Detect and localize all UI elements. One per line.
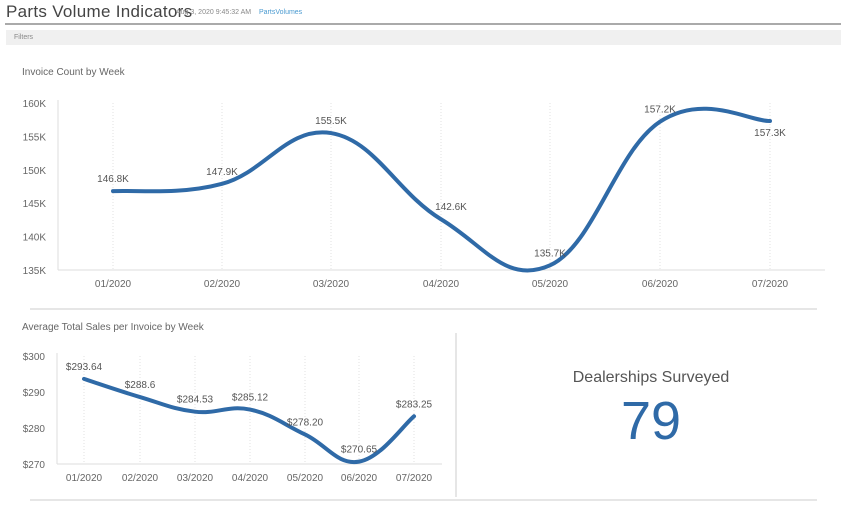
y-tick-label: 160K xyxy=(23,99,47,110)
x-tick-label: 05/2020 xyxy=(532,279,569,290)
data-label: $284.53 xyxy=(177,395,214,406)
x-tick-label: 04/2020 xyxy=(423,279,460,290)
kpi-label: Dealerships Surveyed xyxy=(572,369,730,386)
y-tick-label: $290 xyxy=(23,388,46,399)
data-label: $293.64 xyxy=(66,362,103,373)
x-tick-label: 06/2020 xyxy=(341,473,378,484)
x-tick-label: 01/2020 xyxy=(66,473,103,484)
data-label: 155.5K xyxy=(315,116,347,127)
y-tick-label: 140K xyxy=(23,233,47,244)
data-label: $288.6 xyxy=(125,380,156,391)
data-label: $270.65 xyxy=(341,445,378,456)
y-tick-label: 135K xyxy=(23,266,47,277)
x-tick-label: 07/2020 xyxy=(752,279,789,290)
x-tick-label: 03/2020 xyxy=(177,473,214,484)
y-tick-label: $270 xyxy=(23,460,46,471)
x-tick-label: 07/2020 xyxy=(396,473,433,484)
data-label: 135.7K xyxy=(534,248,566,259)
y-tick-label: $280 xyxy=(23,424,46,435)
data-label: $278.20 xyxy=(287,417,324,428)
data-label: 157.2K xyxy=(644,105,676,116)
x-tick-label: 02/2020 xyxy=(204,279,241,290)
invoice-count-chart: 135K 140K 145K 150K 155K 160K 01/2020 02/2020 03… xyxy=(23,99,825,290)
data-label: $283.25 xyxy=(396,399,433,410)
x-tick-label: 02/2020 xyxy=(122,473,159,484)
data-label: 157.3K xyxy=(754,128,786,139)
data-label: $285.12 xyxy=(232,393,269,404)
data-label: 142.6K xyxy=(435,202,467,213)
kpi-value: 79 xyxy=(620,391,682,451)
x-tick-label: 05/2020 xyxy=(287,473,324,484)
y-tick-label: $300 xyxy=(23,352,46,363)
avg-sales-chart: $270 $280 $290 $300 01/2020 02/2020 03/2020 04/… xyxy=(23,352,442,484)
x-tick-label: 06/2020 xyxy=(642,279,679,290)
data-label: 146.8K xyxy=(97,174,129,185)
x-tick-label: 03/2020 xyxy=(313,279,350,290)
y-tick-label: 145K xyxy=(23,199,47,210)
x-tick-label: 01/2020 xyxy=(95,279,132,290)
x-tick-label: 04/2020 xyxy=(232,473,269,484)
y-tick-label: 155K xyxy=(23,132,47,143)
y-tick-label: 150K xyxy=(23,166,47,177)
data-label: 147.9K xyxy=(206,167,238,178)
